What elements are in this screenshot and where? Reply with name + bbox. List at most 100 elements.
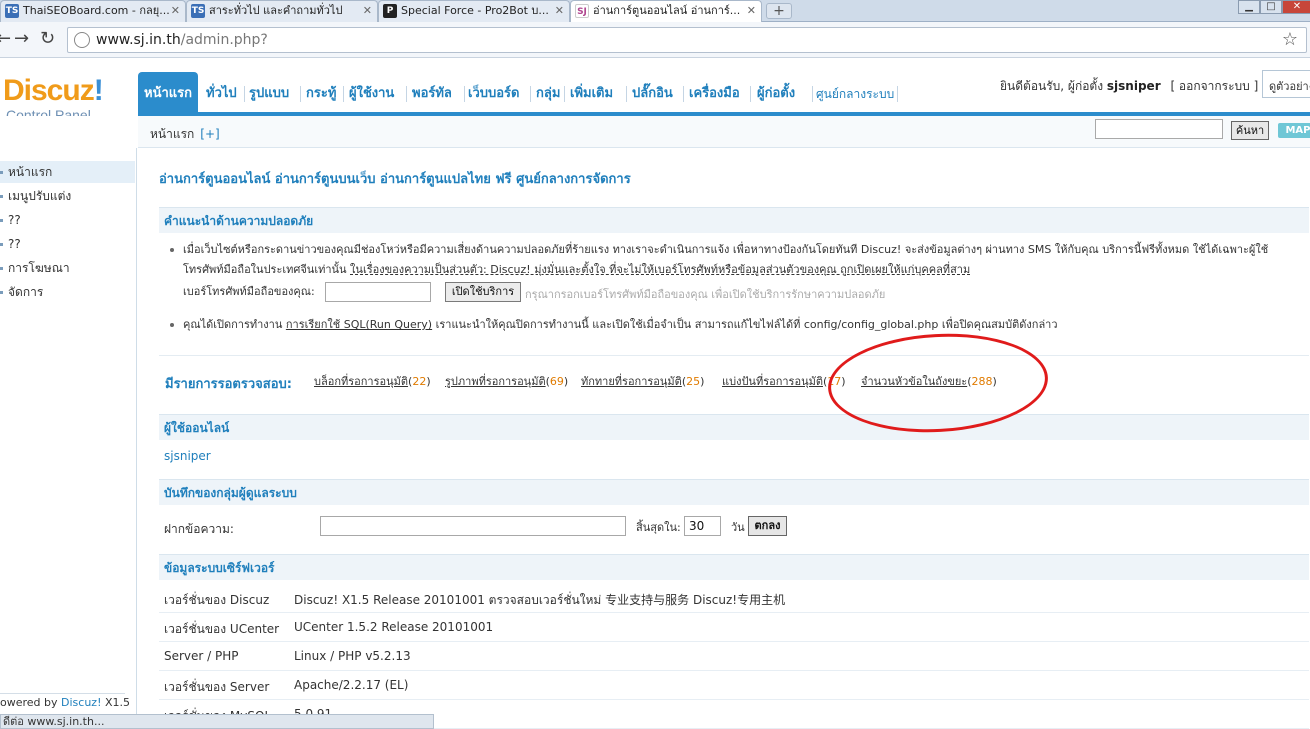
nav-threads[interactable]: กระทู้ (306, 72, 336, 112)
sidebar-item-manage[interactable]: จัดการ (0, 281, 135, 303)
minimize-icon[interactable]: ▁ (1238, 0, 1260, 14)
welcome-text: ยินดีต้อนรับ, ผู้ก่อตั้ง (1000, 79, 1104, 93)
new-tab-button[interactable]: + (766, 3, 792, 19)
site-favicon-icon: SJ (575, 4, 589, 18)
phone-label: เบอร์โทรศัพท์มือถือของคุณ: (183, 285, 315, 298)
close-icon[interactable]: ✕ (363, 1, 372, 21)
info-value: Discuz! X1.5 Release 20101001 ตรวจสอบเวอ… (294, 593, 786, 607)
breadcrumb-home[interactable]: หน้าแรก (150, 127, 194, 141)
bookmark-star-icon[interactable]: ☆ (1282, 29, 1298, 50)
info-value: Linux / PHP v5.2.13 (294, 649, 411, 663)
nav-portal[interactable]: พอร์ทัล (412, 72, 452, 112)
sidebar-item-ads[interactable]: การโฆษณา (0, 257, 135, 279)
server-info-row: เวอร์ชั่นของ UCenter UCenter 1.5.2 Releas… (159, 613, 1309, 642)
server-info-row: Server / PHP Linux / PHP v5.2.13 (159, 642, 1309, 671)
sidebar-item-unknown-2[interactable]: ?? (0, 233, 135, 255)
admin-notes-heading: บันทึกของกลุ่มผู้ดูแลระบบ (159, 479, 1309, 505)
sql-warning-suffix: เราแนะนำให้คุณปิดการทำงานนี้ และเปิดใช้เ… (432, 318, 1058, 331)
window-close-icon[interactable]: ✕ (1282, 0, 1310, 14)
nav-users[interactable]: ผู้ใช้งาน (349, 72, 394, 112)
bullet-icon (170, 248, 174, 252)
expire-days-input[interactable]: 30 (684, 516, 721, 536)
pending-item-text: บล็อกที่รอการอนุมัติ (314, 375, 409, 388)
url-field[interactable]: www.sj.in.th/admin.php? ☆ (67, 27, 1307, 53)
powered-by-text: owered by (0, 696, 62, 709)
nav-extended[interactable]: เพิ่มเติม (570, 72, 613, 112)
security-heading: คำแนะนำด้านความปลอดภัย (159, 207, 1309, 233)
search-button[interactable]: ค้นหา (1231, 121, 1269, 140)
search-input[interactable] (1095, 119, 1223, 139)
pending-item-count: 288 (971, 375, 993, 388)
browser-tab-bar: TS ThaiSEOBoard.com - กลยุ... ✕ TS สาระท… (0, 0, 1310, 23)
pending-shares-link[interactable]: แบ่งปันที่รอการอนุมัติ(17) (722, 372, 846, 390)
info-key: เวอร์ชั่นของ Discuz (164, 593, 270, 607)
enable-service-button[interactable]: เปิดใช้บริการ (445, 282, 521, 302)
nav-home[interactable]: หน้าแรก (138, 72, 198, 112)
quick-preview-select[interactable]: ดูตัวอย่าง (1262, 70, 1310, 98)
pending-label: มีรายการรอตรวจสอบ: (165, 377, 292, 392)
info-key: Server / PHP (164, 649, 239, 663)
close-icon[interactable]: ✕ (171, 1, 180, 21)
sidebar-item-home[interactable]: หน้าแรก (0, 161, 135, 183)
pending-item-text: จำนวนหัวข้อในถังขยะ (861, 375, 968, 388)
nav-general[interactable]: ทั่วไป (206, 72, 237, 112)
recycle-bin-threads-link[interactable]: จำนวนหัวข้อในถังขยะ(288) (861, 372, 997, 390)
sql-warning: คุณได้เปิดการทำงาน การเรียกใช้ SQL(Run Q… (183, 316, 1058, 334)
add-shortcut-button[interactable]: [+] (200, 127, 219, 141)
info-key: เวอร์ชั่นของ UCenter (164, 622, 280, 636)
sidebar-item-unknown-1[interactable]: ?? (0, 209, 135, 231)
pending-photos-link[interactable]: รูปภาพที่รอการอนุมัติ(69) (445, 372, 568, 390)
browser-tab-title: สาระทั่วไป และคำถามทั่วไป (209, 4, 343, 17)
browser-status-bar: ดีต่อ www.sj.in.th... (0, 714, 434, 729)
logo-wordmark: Discuz! (3, 74, 104, 107)
forward-arrow-icon[interactable]: → (14, 29, 29, 49)
browser-tab-1[interactable]: TS ThaiSEOBoard.com - กลยุ... ✕ (0, 0, 186, 22)
pending-blogs-link[interactable]: บล็อกที่รอการอนุมัติ(22) (314, 372, 431, 390)
phone-hint: กรุณากรอกเบอร์โทรศัพท์มือถือของคุณ เพื่อ… (525, 288, 886, 301)
close-icon[interactable]: ✕ (747, 1, 756, 21)
sidebar-item-custom-menu[interactable]: เมนูปรับแต่ง (0, 185, 135, 207)
online-users-heading: ผู้ใช้ออนไลน์ (159, 414, 1309, 440)
breadcrumb: หน้าแรก [+] (150, 125, 220, 144)
maximize-icon[interactable]: □ (1260, 0, 1282, 14)
powered-by: owered by Discuz! X1.5 (0, 696, 130, 709)
nav-tools[interactable]: เครื่องมือ (689, 72, 740, 112)
nav-forum[interactable]: เว็บบอร์ด (468, 72, 519, 112)
sidebar: หน้าแรก เมนูปรับแต่ง ?? ?? การโฆษณา จัดก… (0, 116, 137, 729)
online-user-link[interactable]: sjsniper (164, 449, 211, 463)
section-divider (159, 355, 1309, 356)
submit-note-button[interactable]: ตกลง (748, 516, 787, 536)
run-query-link[interactable]: การเรียกใช้ SQL(Run Query) (286, 318, 432, 331)
logo-main-text: Discuz (3, 74, 95, 107)
close-icon[interactable]: ✕ (555, 1, 564, 21)
info-key: เวอร์ชั่นของ Server (164, 680, 270, 694)
username[interactable]: sjsniper (1107, 79, 1161, 93)
privacy-note: ในเรื่องของความเป็นส่วนตัว: Discuz! มุ่ง… (350, 263, 971, 276)
server-info-heading: ข้อมูลระบบเซิร์ฟเวอร์ (159, 554, 1309, 580)
browser-tab-2[interactable]: TS สาระทั่วไป และคำถามทั่วไป ✕ (186, 0, 378, 22)
pending-item-text: แบ่งปันที่รอการอนุมัติ (722, 375, 823, 388)
reload-icon[interactable]: ↻ (40, 29, 55, 49)
pending-item-count: 22 (412, 375, 427, 388)
discuz-link[interactable]: Discuz! (61, 696, 101, 709)
globe-icon (74, 32, 90, 48)
logout-link[interactable]: [ ออกจากระบบ ] (1170, 79, 1258, 93)
pending-greetings-link[interactable]: ทักทายที่รอการอนุมัติ(25) (581, 372, 704, 390)
browser-tab-4-active[interactable]: SJ อ่านการ์ตูนออนไลน์ อ่านการ์... ✕ (570, 0, 762, 23)
days-unit: วัน (731, 521, 745, 534)
nav-plugins[interactable]: ปลั๊กอิน (632, 72, 673, 112)
browser-tab-title: Special Force - Pro2Bot บ... (401, 4, 549, 17)
map-button[interactable]: MAP (1278, 123, 1310, 138)
phone-input[interactable] (325, 282, 431, 302)
nav-founder[interactable]: ผู้ก่อตั้ง (757, 72, 795, 112)
url-path: /admin.php? (180, 32, 268, 48)
nav-style[interactable]: รูปแบบ (249, 72, 289, 112)
user-info: ยินดีต้อนรับ, ผู้ก่อตั้ง sjsniper [ ออกจ… (1000, 77, 1258, 96)
site-favicon-icon: TS (191, 4, 205, 18)
note-input[interactable] (320, 516, 626, 536)
browser-tab-3[interactable]: P Special Force - Pro2Bot บ... ✕ (378, 0, 570, 22)
nav-groups[interactable]: กลุ่ม (536, 72, 560, 112)
browser-tab-title: อ่านการ์ตูนออนไลน์ อ่านการ์... (593, 4, 741, 17)
back-arrow-icon[interactable]: ← (0, 29, 11, 49)
nav-ucenter[interactable]: ศูนย์กลางระบบ (816, 72, 894, 112)
